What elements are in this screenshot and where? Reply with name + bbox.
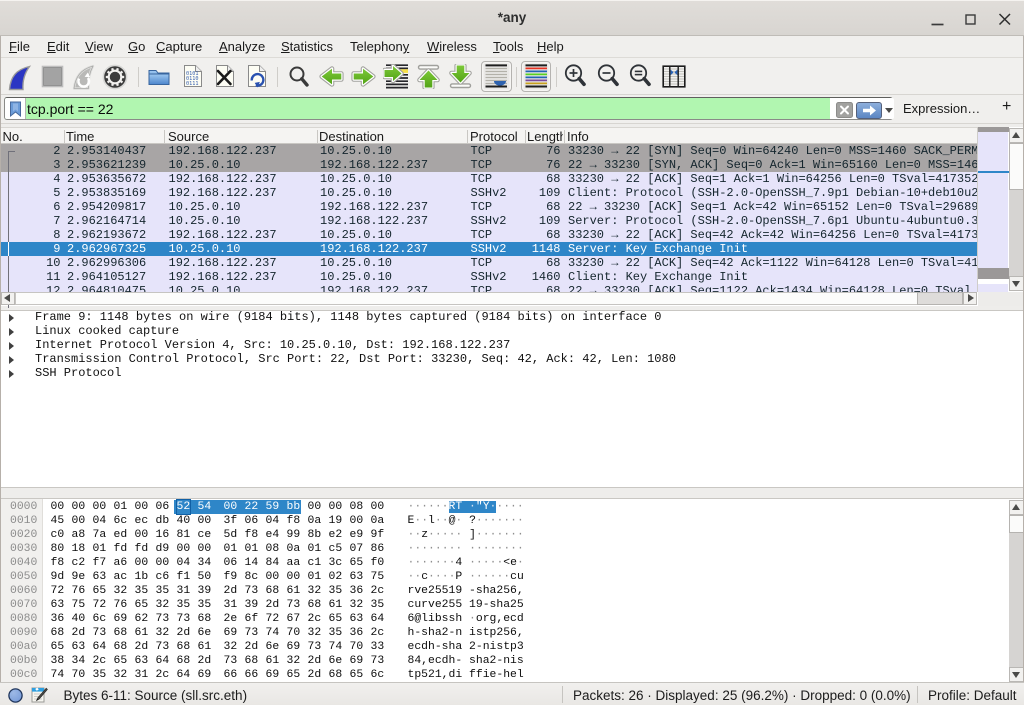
- svg-text:0111: 0111: [186, 81, 199, 87]
